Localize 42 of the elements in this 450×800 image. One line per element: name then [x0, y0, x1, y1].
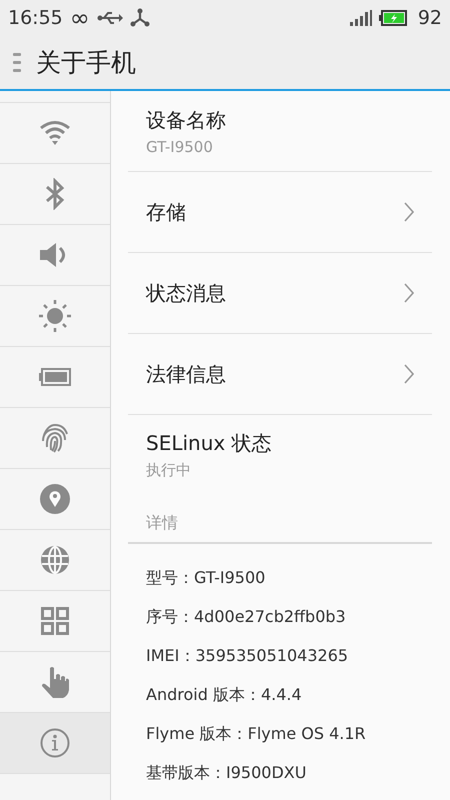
grid-icon — [41, 607, 69, 635]
row-title: 设备名称 — [146, 106, 226, 134]
detail-line: Android 版本：4.4.4 — [145, 684, 303, 706]
battery-charging-icon — [378, 10, 407, 26]
info-icon — [40, 728, 70, 758]
usb-icon — [96, 10, 123, 26]
page-title: 关于手机 — [36, 47, 136, 79]
loop-glyph: ∞ — [70, 6, 90, 30]
battery-percent: 92 — [418, 7, 442, 29]
settings-row[interactable]: 存储 — [128, 172, 432, 253]
row-subtitle: 执行中 — [146, 461, 192, 480]
section-header: 详情 — [128, 513, 432, 544]
fingerprint-icon — [40, 423, 70, 453]
row-title: 状态消息 — [146, 280, 226, 306]
drawer-handle-icon[interactable] — [13, 52, 21, 72]
detail-line: IMEI：359535051043265 — [145, 645, 350, 667]
chevron-right-icon — [404, 202, 414, 222]
bluetooth-icon — [44, 178, 66, 210]
settings-row[interactable]: SELinux 状态 执行中 — [128, 415, 432, 495]
detail-line: 基带版本：I9500DXU — [145, 762, 308, 784]
sidebar-item[interactable] — [0, 713, 110, 774]
settings-row[interactable]: 法律信息 — [128, 334, 432, 415]
chevron-right-icon — [404, 364, 414, 384]
globe-icon — [40, 545, 70, 575]
sun-icon — [39, 300, 71, 332]
signal-icon — [350, 10, 372, 26]
detail-line: 序号：4d00e27cb2ffb0b3 — [145, 606, 347, 628]
hand-icon — [41, 666, 69, 698]
share-icon — [130, 8, 150, 28]
chevron-right-icon — [404, 283, 414, 303]
row-subtitle: GT-I9500 — [146, 138, 214, 156]
battery-icon — [39, 368, 71, 386]
detail-line: Flyme 版本：Flyme OS 4.1R — [145, 723, 367, 745]
row-title: SELinux 状态 — [146, 430, 272, 457]
row-title: 存储 — [146, 198, 186, 226]
status-time: 16:55 — [8, 7, 63, 29]
location-pin-icon — [40, 484, 70, 514]
wifi-icon — [39, 120, 71, 146]
settings-row[interactable]: 设备名称 GT-I9500 — [128, 91, 432, 172]
settings-row[interactable]: 状态消息 — [128, 253, 432, 334]
detail-line: 型号：GT-I9500 — [145, 567, 266, 589]
row-title: 法律信息 — [146, 360, 226, 388]
